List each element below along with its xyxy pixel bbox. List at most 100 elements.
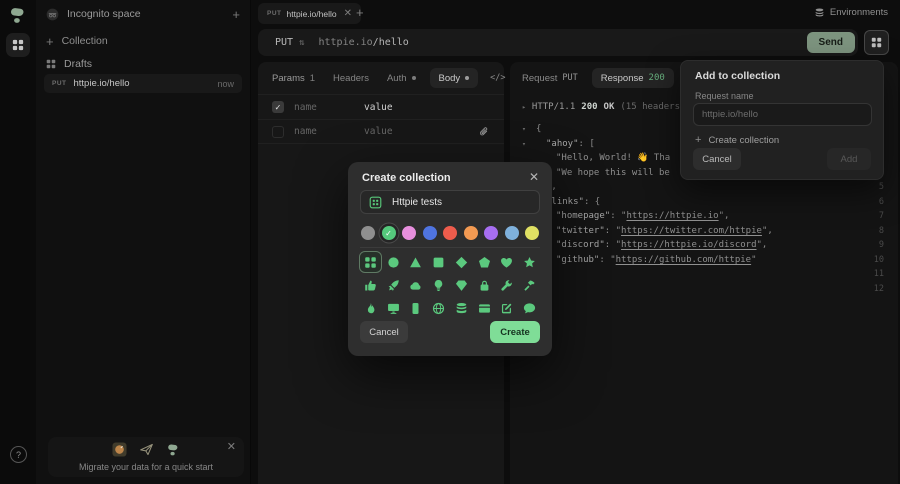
collection-icon-database[interactable]	[450, 297, 473, 319]
json-line: }12	[510, 282, 898, 297]
tab-auth[interactable]: Auth	[387, 73, 416, 84]
tab-response[interactable]: Response 200	[591, 68, 674, 88]
collection-icon-heart[interactable]	[496, 251, 519, 273]
method-dropdown-icon[interactable]: ⇅	[299, 38, 304, 48]
request-tab[interactable]: PUT httpie.io/hello ✕	[258, 3, 361, 24]
apps-grid-button[interactable]	[6, 33, 30, 57]
modal-cancel-button[interactable]: Cancel	[360, 321, 408, 343]
collection-icon-wrench[interactable]	[496, 274, 519, 296]
body-dot	[465, 76, 470, 80]
collection-icon-flame[interactable]	[359, 297, 382, 319]
param-value[interactable]: value	[364, 102, 490, 113]
attachment-paperclip-icon[interactable]	[478, 126, 490, 138]
collection-name-input[interactable]	[390, 195, 531, 209]
tab-request[interactable]: Request PUT	[522, 73, 578, 84]
collection-icon-lightbulb[interactable]	[427, 274, 450, 296]
collection-icon-mobile[interactable]	[405, 297, 428, 319]
method-selector[interactable]: PUT	[275, 37, 293, 48]
collection-icon-hammer[interactable]	[518, 274, 541, 296]
migrate-banner: ✕ Migrate your data for a quick start	[48, 437, 244, 477]
space-switcher[interactable]: Incognito space +	[46, 6, 240, 22]
add-to-collection-button[interactable]	[864, 30, 889, 55]
color-swatch-green[interactable]: ✓	[381, 226, 396, 240]
popover-cancel-button[interactable]: Cancel	[693, 148, 741, 170]
add-to-collection-icon	[871, 37, 882, 48]
collection-icon-square[interactable]	[427, 251, 450, 273]
color-swatch-red[interactable]	[443, 226, 457, 240]
collection-icon-diamond[interactable]	[450, 251, 473, 273]
color-swatch-purple[interactable]	[484, 226, 498, 240]
collection-icon-credit-card[interactable]	[473, 297, 496, 319]
param-checkbox-checked[interactable]: ✓	[272, 101, 284, 113]
param-name[interactable]: name	[294, 126, 364, 137]
tab-close-icon[interactable]: ✕	[344, 8, 352, 19]
collection-icon-lock[interactable]	[473, 274, 496, 296]
url-path[interactable]: /hello	[373, 37, 409, 48]
color-swatch-pink[interactable]	[402, 226, 416, 240]
add-collection-row[interactable]: + Collection	[46, 34, 108, 48]
fold-toggle-icon[interactable]: ▾	[510, 140, 536, 148]
collection-icon-chat[interactable]	[518, 297, 541, 319]
collection-icon-cloud[interactable]	[405, 274, 428, 296]
code-view-icon[interactable]: </>	[490, 73, 505, 83]
environments-button[interactable]: Environments	[814, 7, 888, 18]
collection-icon-circle[interactable]	[382, 251, 405, 273]
json-line: "homepage": "https://httpie.io", 7	[510, 209, 898, 224]
tab-body[interactable]: Body	[429, 68, 479, 88]
line-number: 10	[873, 254, 884, 265]
color-swatch-light-blue[interactable]	[504, 226, 519, 240]
param-row: ✓ name value	[258, 94, 504, 119]
line-number: 7	[878, 211, 884, 222]
color-swatch-orange[interactable]	[463, 226, 478, 240]
drafts-row[interactable]: Drafts	[46, 57, 92, 71]
collection-icon-globe[interactable]	[427, 297, 450, 319]
tab-headers[interactable]: Headers	[333, 73, 369, 84]
popover-add-button[interactable]: Add	[827, 148, 871, 170]
param-checkbox-unchecked[interactable]	[272, 125, 284, 138]
create-collection-link[interactable]: + Create collection	[695, 135, 779, 147]
url-bar: PUT ⇅ httpie.io/hello Send	[258, 29, 858, 56]
request-name-input[interactable]	[694, 104, 887, 125]
collection-icon-monitor[interactable]	[382, 297, 405, 319]
collection-grid-icon	[369, 196, 382, 209]
param-value[interactable]: value	[364, 126, 478, 137]
draft-request-item[interactable]: PUT httpie.io/hello now	[44, 74, 242, 93]
collection-icon-pentagon[interactable]	[473, 251, 496, 273]
json-line: "links": {6	[510, 195, 898, 210]
collection-icon-thumbs-up[interactable]	[359, 274, 382, 296]
collection-icon-triangle[interactable]	[405, 251, 428, 273]
collection-icon-gem[interactable]	[450, 274, 473, 296]
draft-time: now	[217, 78, 234, 89]
add-to-collection-popover: Add to collection Request name + Create …	[680, 60, 887, 180]
collection-icon-star[interactable]	[518, 251, 541, 273]
send-button[interactable]: Send	[806, 32, 855, 53]
httpie-logo-icon	[8, 6, 27, 30]
collection-name-field	[360, 190, 540, 214]
fold-toggle-icon[interactable]: ▾	[510, 125, 536, 133]
color-swatch-blue[interactable]	[422, 226, 437, 240]
headers-fold-icon[interactable]: ▸	[522, 103, 526, 111]
auth-dot	[411, 76, 416, 80]
help-button[interactable]: ?	[10, 446, 27, 463]
param-name[interactable]: name	[294, 102, 364, 113]
modal-title: Create collection	[362, 172, 451, 184]
new-tab-plus-icon[interactable]: +	[232, 8, 240, 21]
banner-text: Migrate your data for a quick start	[78, 462, 214, 472]
json-line: }11	[510, 267, 898, 282]
json-line: "github": "https://github.com/httpie" 10	[510, 253, 898, 268]
modal-close-icon[interactable]: ✕	[529, 170, 539, 184]
modal-divider	[360, 247, 540, 248]
new-tab-button[interactable]: +	[356, 5, 364, 20]
drafts-icon	[46, 59, 56, 69]
color-swatch-gray[interactable]	[361, 226, 375, 240]
draft-method: PUT	[52, 80, 67, 87]
url-host[interactable]: httpie.io	[318, 37, 372, 48]
popover-title: Add to collection	[695, 70, 781, 82]
tab-params[interactable]: Params 1	[272, 73, 315, 84]
modal-create-button[interactable]: Create	[490, 321, 540, 343]
collection-icon-edit[interactable]	[496, 297, 519, 319]
apps-grid-icon	[12, 39, 24, 51]
color-swatch-yellow[interactable]	[525, 226, 539, 240]
collection-icon-rocket[interactable]	[382, 274, 405, 296]
collection-icon-grid[interactable]	[359, 251, 382, 273]
